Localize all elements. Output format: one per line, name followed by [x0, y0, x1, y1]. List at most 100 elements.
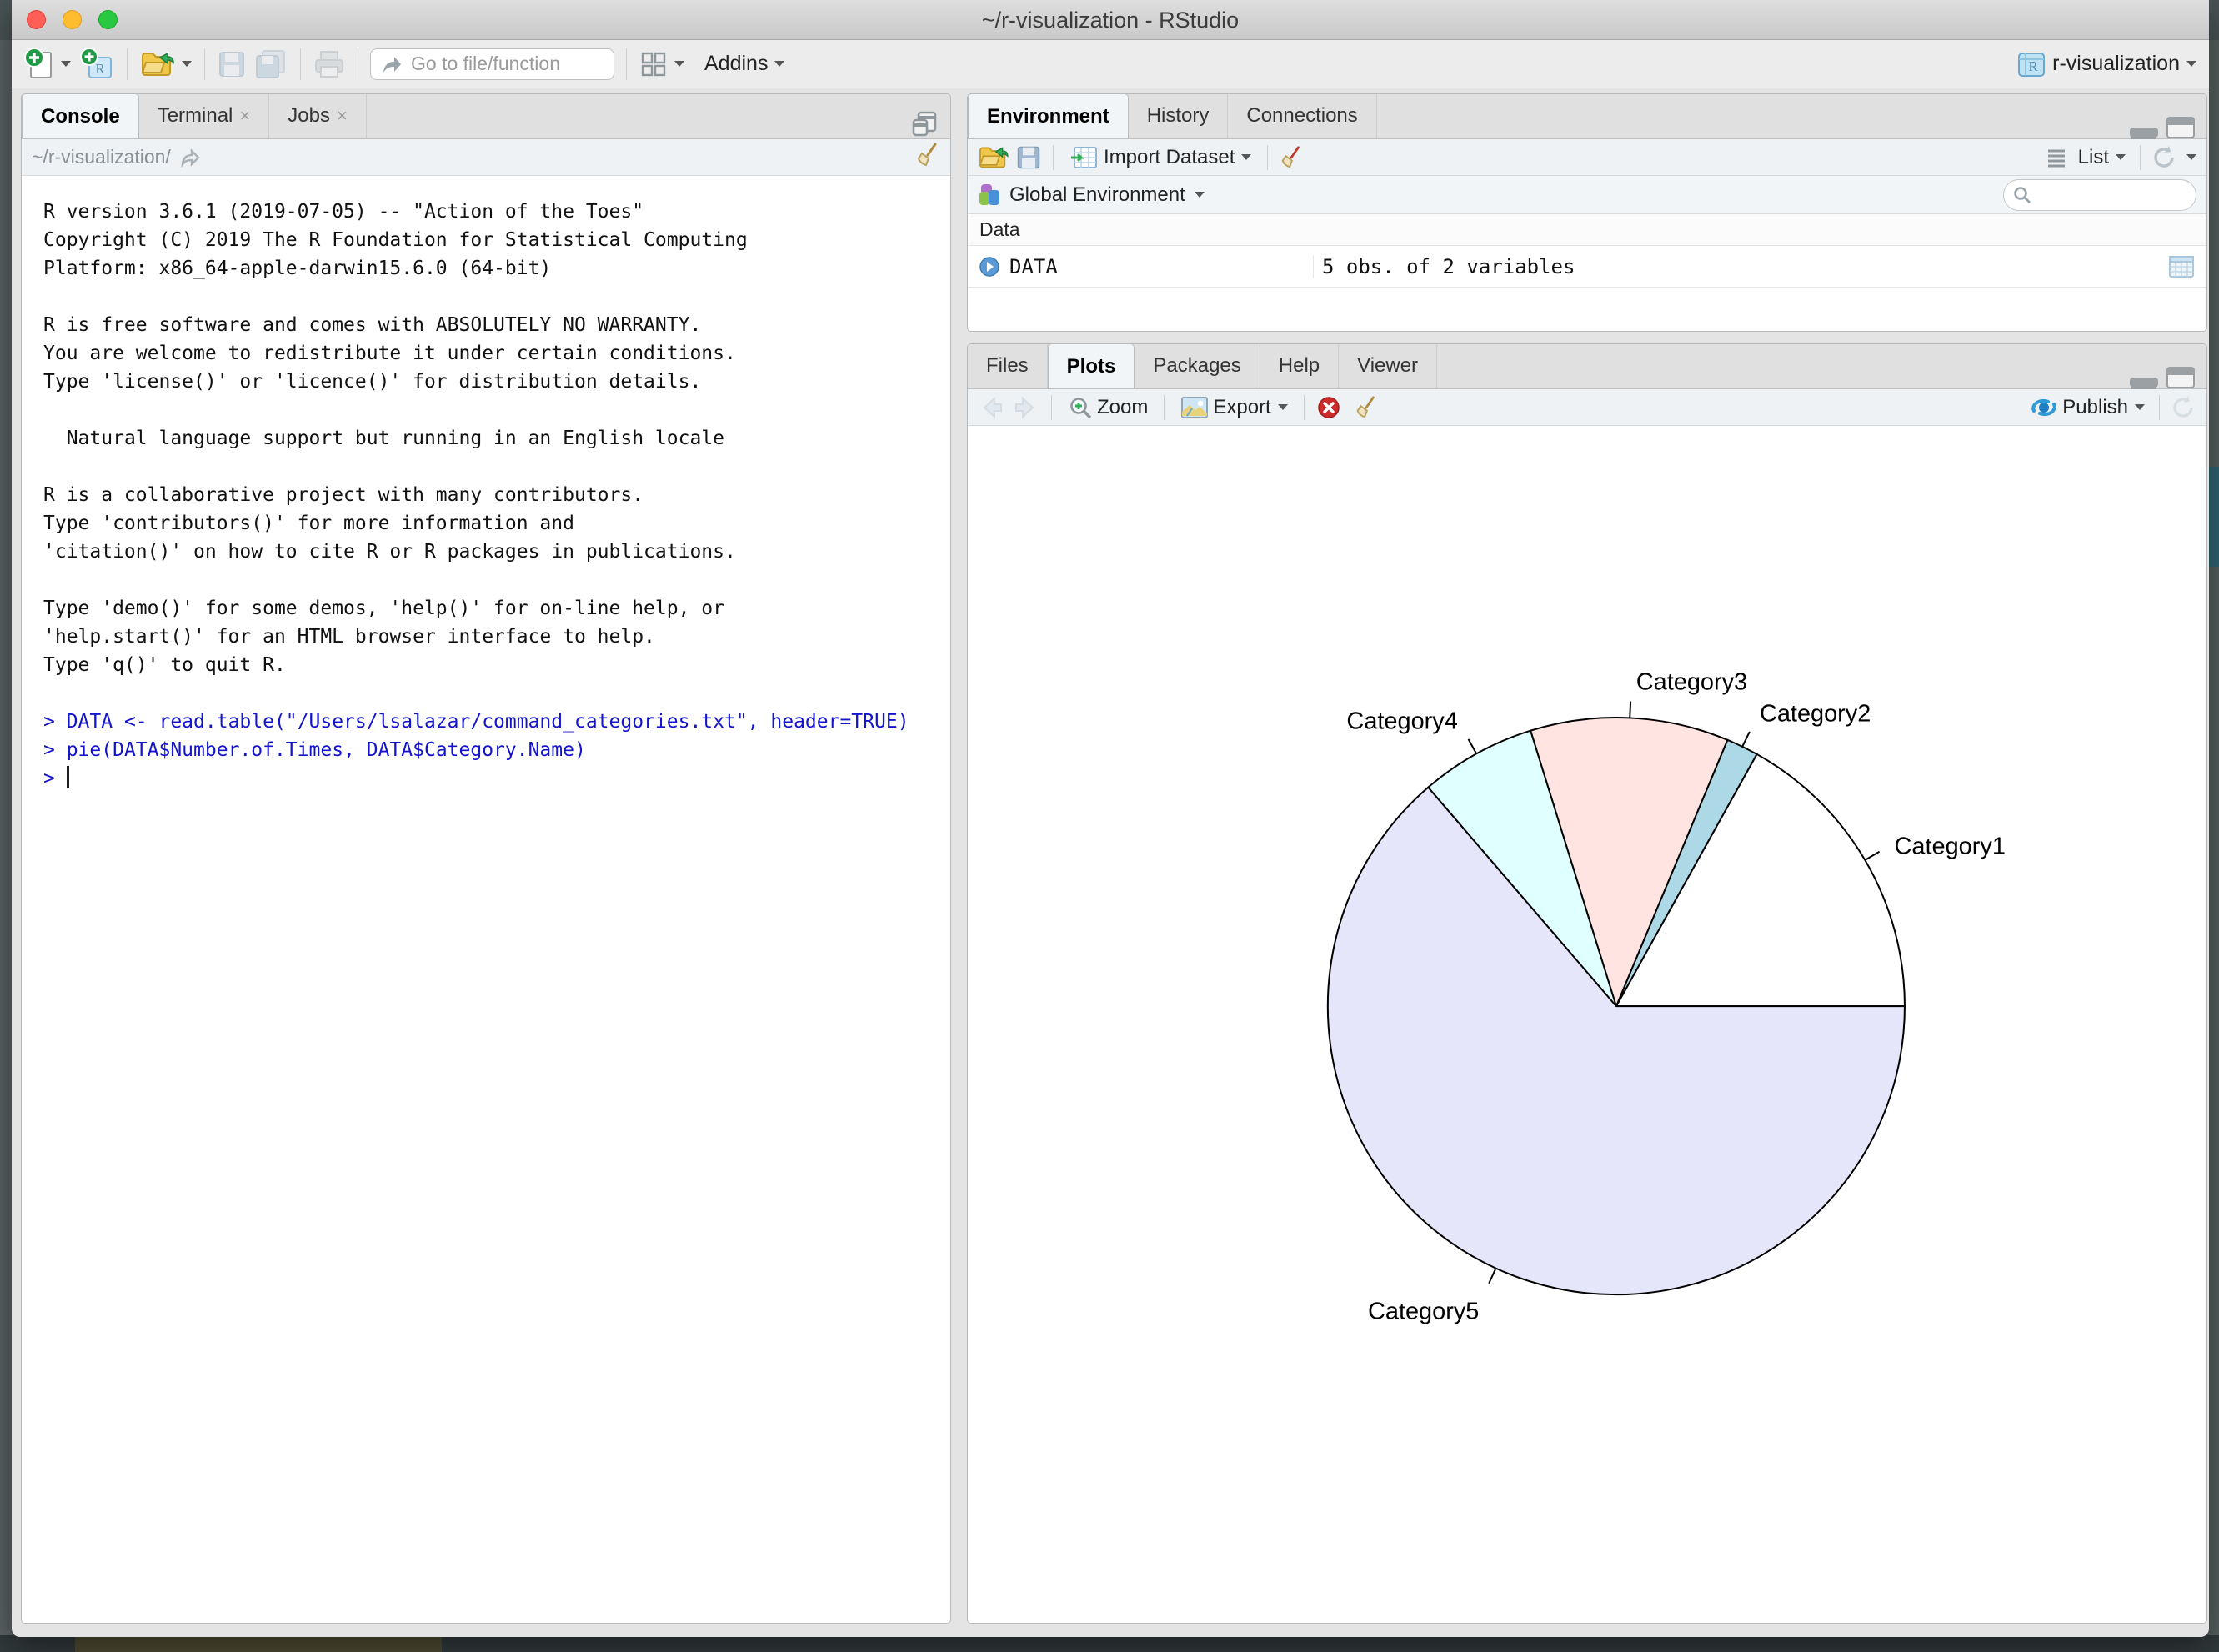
plot-display-area[interactable]: Category1Category2Category3Category4Cate…	[969, 426, 2206, 1622]
load-workspace-icon[interactable]	[978, 144, 1009, 171]
zoom-plot-button[interactable]: Zoom	[1064, 392, 1152, 423]
desktop-bottom-sliver	[0, 1635, 2219, 1652]
clear-environment-icon[interactable]	[1280, 145, 1303, 170]
new-file-button[interactable]	[20, 44, 75, 84]
tab-label: History	[1147, 104, 1210, 128]
environment-search-input[interactable]	[2037, 183, 2179, 207]
view-table-icon[interactable]	[2168, 255, 2195, 278]
tab-environment[interactable]: Environment	[968, 93, 1129, 138]
minimize-pane-icon[interactable]	[2130, 378, 2158, 388]
console-input-line[interactable]: >	[43, 764, 944, 793]
expand-object-icon[interactable]	[978, 255, 1001, 278]
global-environment-icon	[978, 182, 1003, 208]
import-dataset-label: Import Dataset	[1104, 146, 1235, 169]
tab-label: Viewer	[1357, 354, 1418, 378]
minimize-pane-icon[interactable]	[2130, 128, 2158, 138]
project-menu-button[interactable]: R r-visualization	[2011, 44, 2201, 84]
maximize-pane-icon[interactable]	[2166, 367, 2195, 388]
clear-all-plots-icon[interactable]	[1355, 395, 1378, 420]
print-button[interactable]	[309, 47, 349, 82]
goto-file-box[interactable]	[370, 48, 614, 80]
chevron-down-icon	[774, 61, 784, 67]
pie-slice-label: Category1	[1895, 834, 2006, 860]
tab-console[interactable]: Console	[22, 93, 139, 138]
tab-jobs[interactable]: Jobs ×	[269, 93, 367, 138]
pie-chart: Category1Category2Category3Category4Cate…	[969, 426, 2206, 1621]
new-file-icon	[24, 48, 54, 81]
project-name: r-visualization	[2052, 52, 2180, 76]
chevron-down-icon	[2135, 404, 2145, 410]
export-plot-label: Export	[1213, 396, 1270, 419]
environment-scope-label[interactable]: Global Environment	[1009, 183, 1185, 207]
environment-section-header: Data	[968, 214, 2206, 246]
refresh-plot-icon[interactable]	[2170, 394, 2196, 421]
chevron-down-icon	[1241, 154, 1251, 160]
console-output[interactable]: R version 3.6.1 (2019-07-05) -- "Action …	[22, 176, 950, 1623]
export-plot-button[interactable]: Export	[1176, 393, 1291, 423]
clear-console-icon[interactable]	[915, 142, 940, 168]
desktop-left-sliver	[0, 40, 12, 1652]
chevron-down-icon	[61, 61, 71, 67]
console-line: Type 'demo()' for some demos, 'help()' f…	[43, 594, 944, 623]
tab-label: Files	[986, 354, 1029, 378]
tab-files[interactable]: Files	[968, 343, 1048, 388]
tab-label: Plots	[1067, 355, 1116, 378]
chevron-down-icon	[674, 61, 684, 67]
open-file-button[interactable]	[136, 46, 196, 83]
list-view-button[interactable]: List	[2074, 143, 2130, 173]
save-button[interactable]	[213, 47, 250, 82]
pie-slice-label: Category5	[1368, 1298, 1479, 1324]
console-line: 'help.start()' for an HTML browser inter…	[43, 623, 944, 651]
import-dataset-button[interactable]: Import Dataset	[1065, 142, 1255, 173]
console-line: R is a collaborative project with many c…	[43, 481, 944, 509]
chevron-down-icon	[2186, 61, 2196, 67]
object-name: DATA	[1009, 255, 1058, 278]
maximize-pane-icon[interactable]	[2166, 117, 2195, 138]
tab-label: Console	[41, 105, 120, 128]
tab-connections[interactable]: Connections	[1228, 93, 1376, 138]
previous-plot-icon[interactable]	[978, 395, 1006, 420]
close-tab-icon[interactable]: ×	[337, 105, 348, 127]
addins-label: Addins	[704, 52, 768, 76]
tab-viewer[interactable]: Viewer	[1339, 343, 1437, 388]
environment-object-row[interactable]: DATA 5 obs. of 2 variables	[968, 246, 2206, 288]
pie-label-tick	[1865, 852, 1879, 860]
pie-label-tick	[1469, 739, 1477, 753]
remove-plot-icon[interactable]	[1316, 395, 1341, 420]
next-plot-icon[interactable]	[1011, 395, 1039, 420]
refresh-icon[interactable]	[2151, 144, 2177, 171]
tab-packages[interactable]: Packages	[1135, 343, 1260, 388]
console-line: R is free software and comes with ABSOLU…	[43, 311, 944, 339]
list-view-icon	[2046, 148, 2067, 168]
maximize-pane-icon[interactable]	[910, 110, 939, 138]
tab-terminal[interactable]: Terminal ×	[139, 93, 270, 138]
console-line: Type 'contributors()' for more informati…	[43, 509, 944, 538]
goto-directory-icon[interactable]	[179, 148, 201, 168]
console-prompt: >	[43, 768, 67, 789]
goto-file-input[interactable]	[409, 52, 593, 76]
addins-button[interactable]: Addins	[700, 48, 789, 79]
save-icon	[218, 50, 246, 78]
title-bar: ~/r-visualization - RStudio	[12, 0, 2209, 40]
console-panel: Console Terminal × Jobs × ~/r-vi	[21, 93, 951, 1624]
publish-button[interactable]: Publish	[2026, 392, 2149, 423]
chevron-down-icon	[1278, 404, 1288, 410]
close-tab-icon[interactable]: ×	[239, 105, 250, 127]
toolbar-separator	[1053, 145, 1054, 170]
save-all-button[interactable]	[250, 46, 292, 83]
console-line: Natural language support but running in …	[43, 424, 944, 453]
search-icon	[2012, 185, 2032, 205]
main-toolbar: R	[12, 40, 2209, 88]
tab-history[interactable]: History	[1129, 93, 1229, 138]
plots-panel: Files Plots Packages Help Viewer	[967, 343, 2207, 1624]
environment-toolbar: Import Dataset List	[968, 139, 2206, 176]
tab-help[interactable]: Help	[1260, 343, 1339, 388]
save-workspace-icon[interactable]	[1016, 145, 1041, 170]
tab-label: Jobs	[288, 104, 330, 128]
toolbar-separator	[127, 48, 128, 80]
new-project-button[interactable]: R	[75, 44, 118, 84]
environment-search-box[interactable]	[2003, 179, 2196, 211]
rstudio-window: ~/r-visualization - RStudio R	[12, 0, 2209, 1637]
pane-layout-button[interactable]	[635, 47, 689, 82]
tab-plots[interactable]: Plots	[1048, 343, 1135, 388]
